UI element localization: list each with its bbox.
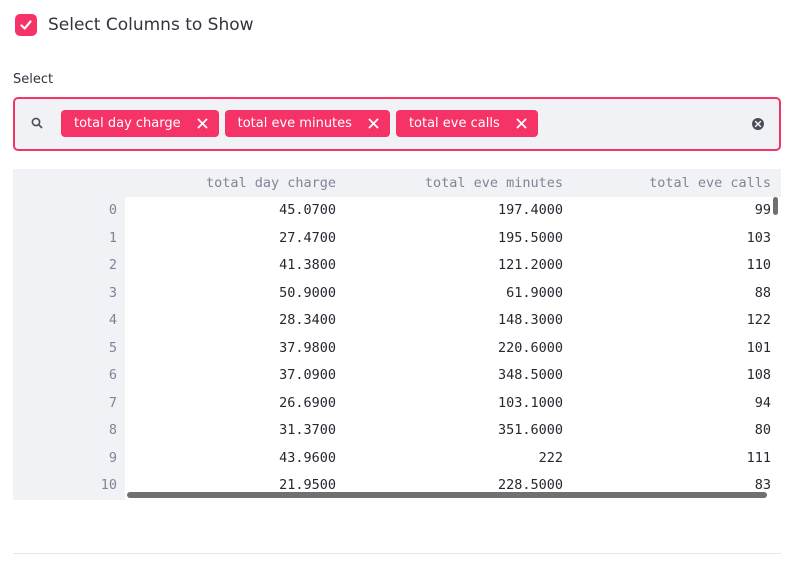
row-index-label: 9 <box>108 449 117 466</box>
table-row: 45.0700 197.4000 99 <box>125 197 781 225</box>
row-index-label: 7 <box>108 394 117 411</box>
table-cell[interactable]: 99 <box>755 202 771 218</box>
search-icon <box>31 117 43 129</box>
vertical-scrollbar[interactable] <box>773 197 778 215</box>
table-cell[interactable]: 61.9000 <box>506 285 563 301</box>
table-cell[interactable]: 121.2000 <box>498 257 563 273</box>
row-index: 1 <box>13 225 125 253</box>
tag-label: total eve calls <box>408 116 500 131</box>
close-icon[interactable] <box>516 118 527 129</box>
tag-label: total eve minutes <box>237 116 352 131</box>
divider <box>13 553 781 554</box>
horizontal-scrollbar[interactable] <box>127 492 767 498</box>
table-body: 45.0700 197.4000 99 27.4700 195.5000 103 41.38… <box>125 197 781 500</box>
row-index: 8 <box>13 417 125 445</box>
row-index-label: 8 <box>108 422 117 438</box>
table-cell[interactable]: 43.9600 <box>279 450 336 466</box>
table-cell[interactable]: 21.9500 <box>279 477 336 493</box>
row-index: 9 <box>13 445 125 473</box>
table-cell[interactable]: 348.5000 <box>498 367 563 383</box>
table-cell[interactable]: 195.5000 <box>498 230 563 246</box>
column-header-total-eve-minutes[interactable]: total eve minutes <box>425 175 563 191</box>
close-icon[interactable] <box>197 118 208 129</box>
table-cell[interactable]: 41.3800 <box>279 257 336 273</box>
table-cell[interactable]: 26.6900 <box>279 395 336 411</box>
table-cell[interactable]: 101 <box>747 340 771 356</box>
table-cell[interactable]: 108 <box>747 367 771 383</box>
column-multiselect[interactable]: total day charge total eve minutes total… <box>13 97 781 151</box>
table-cell[interactable]: 103.1000 <box>498 395 563 411</box>
row-index-label: 10 <box>100 477 117 493</box>
table-cell[interactable]: 50.9000 <box>279 285 336 301</box>
table-row: 27.4700 195.5000 103 <box>125 225 781 253</box>
row-index-label: 2 <box>108 257 117 273</box>
checkbox-label: Select Columns to Show <box>48 15 254 35</box>
tag-label: total day charge <box>74 116 181 131</box>
table-cell[interactable]: 220.6000 <box>498 340 563 356</box>
table-cell[interactable]: 94 <box>755 395 771 411</box>
table-row: 37.9800 220.6000 101 <box>125 335 781 363</box>
tag-total-day-charge[interactable]: total day charge <box>61 110 219 137</box>
table-cell[interactable]: 351.6000 <box>498 422 563 438</box>
check-icon <box>20 20 32 30</box>
tag-total-eve-calls[interactable]: total eve calls <box>395 110 538 137</box>
table-row: 26.6900 103.1000 94 <box>125 390 781 418</box>
row-index-label: 6 <box>108 367 117 383</box>
column-header-total-eve-calls[interactable]: total eve calls <box>649 175 771 191</box>
row-index: 3 <box>13 280 125 308</box>
table-cell[interactable]: 148.3000 <box>498 312 563 328</box>
row-index: 0 <box>13 197 125 225</box>
table-cell[interactable]: 111 <box>747 450 771 466</box>
selected-tags: total day charge total eve minutes total… <box>61 110 538 137</box>
row-index: 4 <box>13 307 125 335</box>
table-row: 28.3400 148.3000 122 <box>125 307 781 335</box>
table-cell[interactable]: 37.9800 <box>279 340 336 356</box>
table-row: 41.3800 121.2000 110 <box>125 252 781 280</box>
table-row: 50.9000 61.9000 88 <box>125 280 781 308</box>
table-cell[interactable]: 88 <box>755 285 771 301</box>
row-index: 6 <box>13 362 125 390</box>
tag-total-eve-minutes[interactable]: total eve minutes <box>224 110 390 137</box>
table-cell[interactable]: 28.3400 <box>279 312 336 328</box>
row-index: 2 <box>13 252 125 280</box>
checkbox-checked[interactable] <box>15 14 37 36</box>
row-index: 7 <box>13 390 125 418</box>
clear-circle-icon[interactable] <box>751 117 765 131</box>
table-cell[interactable]: 228.5000 <box>498 477 563 493</box>
table-cell[interactable]: 222 <box>539 450 563 466</box>
column-header-total-day-charge[interactable]: total day charge <box>206 175 336 191</box>
show-columns-checkbox[interactable]: Select Columns to Show <box>15 14 254 36</box>
row-index-label: 1 <box>108 229 117 246</box>
row-index-label: 4 <box>108 312 117 328</box>
table-header: total day charge total eve minutes total… <box>13 169 781 197</box>
table-cell[interactable]: 110 <box>747 257 771 273</box>
table-cell[interactable]: 37.0900 <box>279 367 336 383</box>
close-icon[interactable] <box>368 118 379 129</box>
table-row: 43.9600 222 111 <box>125 445 781 473</box>
table-row: 31.3700 351.6000 80 <box>125 417 781 445</box>
row-index-column: 0 1 2 3 4 5 6 7 8 9 10 <box>13 197 125 500</box>
table-cell[interactable]: 80 <box>755 422 771 438</box>
table-row: 37.0900 348.5000 108 <box>125 362 781 390</box>
row-index-label: 0 <box>108 202 117 218</box>
row-index-label: 3 <box>108 284 117 301</box>
table-cell[interactable]: 83 <box>755 477 771 493</box>
dataframe-table[interactable]: total day charge total eve minutes total… <box>13 169 781 500</box>
table-cell[interactable]: 122 <box>747 312 771 328</box>
select-label: Select <box>13 72 54 87</box>
table-cell[interactable]: 103 <box>747 230 771 246</box>
row-index-label: 5 <box>108 339 117 356</box>
row-index: 10 <box>13 472 125 500</box>
table-cell[interactable]: 31.3700 <box>279 422 336 438</box>
row-index: 5 <box>13 335 125 363</box>
table-cell[interactable]: 27.4700 <box>279 230 336 246</box>
table-cell[interactable]: 45.0700 <box>279 202 336 218</box>
table-cell[interactable]: 197.4000 <box>498 202 563 218</box>
